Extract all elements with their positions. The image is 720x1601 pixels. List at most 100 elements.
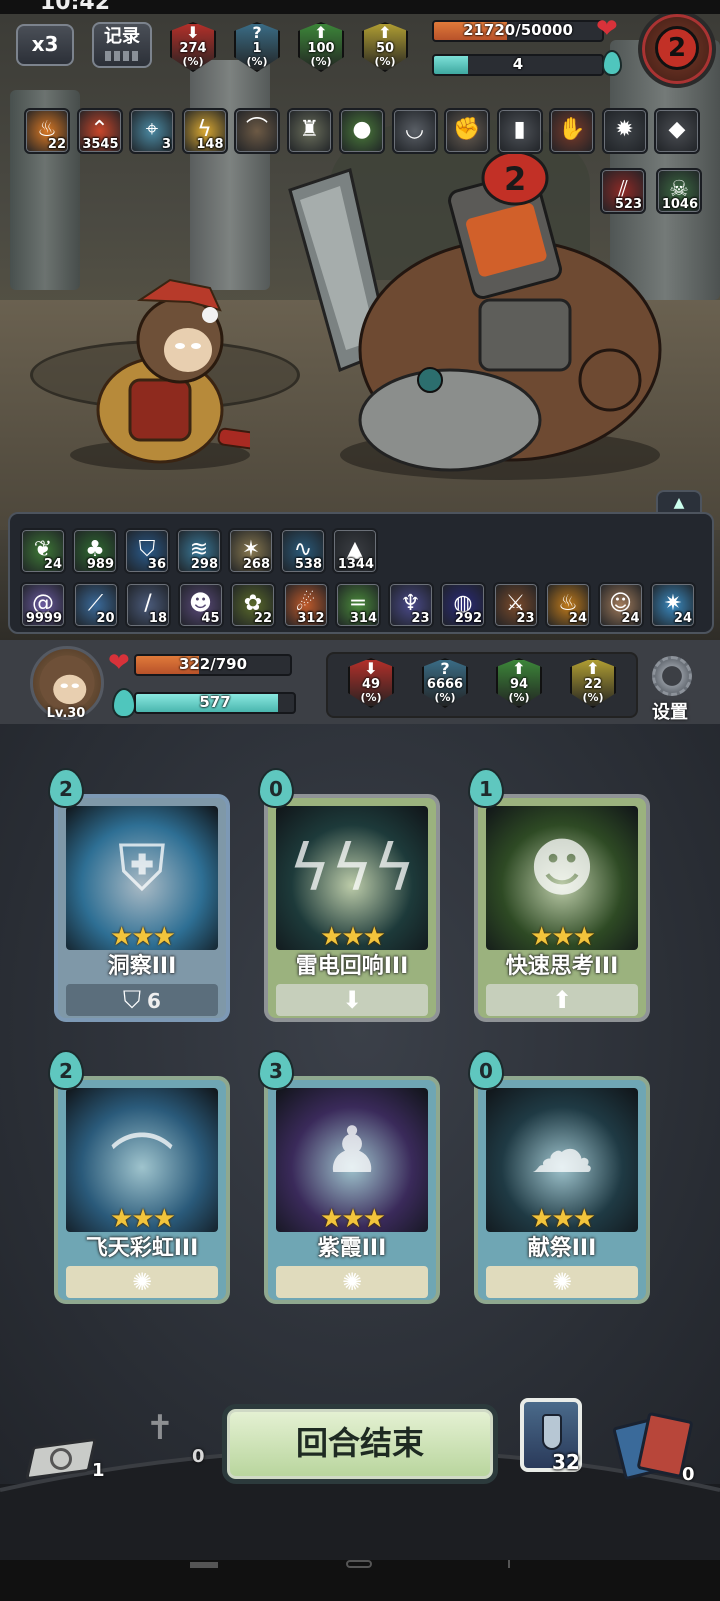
- card-name: 紫霞III: [317, 1236, 387, 1261]
- grave-count: 0: [192, 1446, 205, 1467]
- skill-tile[interactable]: ϟ 148: [181, 108, 228, 154]
- status-badge[interactable]: ⬆ 94 (%): [494, 658, 544, 710]
- gauntlet-icon: ✋: [558, 117, 586, 142]
- whistle-icon: ✺: [551, 1268, 573, 1296]
- skill-tile[interactable]: ☺ 24: [597, 582, 644, 628]
- skill-tile[interactable]: ═ 314: [335, 582, 381, 628]
- settings-label[interactable]: 设置: [652, 698, 708, 724]
- card-name: 雷电回响III: [295, 954, 409, 979]
- card-cost-value: 0: [479, 1059, 493, 1083]
- arrow-up-icon: ⬆: [378, 23, 392, 42]
- player-mana-bar: 577: [134, 692, 296, 714]
- status-badge[interactable]: ⬆ 50 (%): [360, 22, 410, 74]
- skill-tile[interactable]: ⌃ 3545: [76, 108, 123, 154]
- skill-tile[interactable]: ⛉ 36: [124, 528, 170, 574]
- horn-icon: ⌒: [245, 117, 268, 142]
- skill-count: 24: [568, 611, 587, 626]
- skill-tile[interactable]: ☻ 45: [177, 582, 224, 628]
- status-bar: 10:42: [0, 0, 720, 14]
- grave-button[interactable]: ✝: [130, 1408, 190, 1464]
- skill-tile[interactable]: ☠ 1046: [656, 168, 702, 214]
- skill-tile[interactable]: ✊: [444, 108, 490, 154]
- skill-tile[interactable]: ♨ 22: [24, 108, 70, 154]
- speed-button[interactable]: x3: [16, 24, 74, 66]
- skill-tile[interactable]: ✷ 24: [650, 582, 696, 628]
- skill-tile[interactable]: ☄ 312: [282, 582, 329, 628]
- skill-count: 24: [43, 557, 62, 572]
- skill-tile[interactable]: ♆ 23: [387, 582, 434, 628]
- skill-count: 314: [349, 611, 377, 626]
- skill-tile[interactable]: ≋ 298: [176, 528, 222, 574]
- enemy-portrait[interactable]: 2: [638, 10, 716, 88]
- fist-icon: ✊: [453, 117, 481, 142]
- card-stars: ★★★: [530, 922, 596, 952]
- skill-count: 312: [297, 611, 325, 626]
- enemy-portrait-number: 2: [655, 26, 699, 70]
- badge-unit: (%): [582, 691, 604, 704]
- skill-tile[interactable]: ✿ 22: [230, 582, 276, 628]
- skill-tile[interactable]: ⌒: [234, 108, 280, 154]
- record-button[interactable]: 记录: [92, 22, 152, 68]
- card-stars: ★★★: [110, 1204, 176, 1234]
- skill-tile[interactable]: ◡: [391, 108, 438, 154]
- card-cost-value: 0: [269, 777, 283, 801]
- status-badge[interactable]: ⬆ 100 (%): [296, 22, 346, 74]
- gear-icon[interactable]: [652, 656, 692, 696]
- skill-tile[interactable]: @9999: [20, 582, 66, 628]
- skill-tile[interactable]: ❦ 24: [20, 528, 66, 574]
- skill-tile[interactable]: ♨ 24: [545, 582, 591, 628]
- status-badge[interactable]: ⬆ 22 (%): [568, 658, 618, 710]
- stone-pillar: [190, 60, 270, 290]
- skill-card[interactable]: ☁ ★★★ 献祭III ✺: [474, 1076, 650, 1304]
- skill-card[interactable]: ⌒ ★★★ 飞天彩虹III ✺: [54, 1076, 230, 1304]
- skill-card[interactable]: ⛨ ★★★ 洞察III ⛉ 6: [54, 794, 230, 1022]
- badge-unit: (%): [246, 55, 268, 68]
- skill-tile[interactable]: ∿ 538: [280, 528, 326, 574]
- skill-tile[interactable]: ✶ 268: [228, 528, 274, 574]
- skill-tile[interactable]: ▲ 1344: [332, 528, 378, 574]
- skill-tile[interactable]: ⟋ 20: [72, 582, 119, 628]
- thinker-icon: ☻: [528, 832, 596, 906]
- skill-tile[interactable]: ♜: [286, 108, 333, 154]
- skill-tile[interactable]: ◆: [654, 108, 700, 154]
- arrow-up-icon: ⬆: [586, 659, 600, 678]
- shield-icon: ⛉: [123, 986, 142, 1014]
- skill-tile[interactable]: ⚔ 23: [492, 582, 539, 628]
- status-badge[interactable]: ⬇ 274 (%): [168, 22, 218, 74]
- skill-tile[interactable]: ▮: [496, 108, 543, 154]
- end-turn-button[interactable]: 回合结束: [222, 1404, 498, 1484]
- skill-card[interactable]: ♟ ★★★ 紫霞III ✺: [264, 1076, 440, 1304]
- skill-tile[interactable]: ●: [339, 108, 385, 154]
- skill-tile[interactable]: ⌖ 3: [129, 108, 175, 154]
- skill-tile[interactable]: ⫽ 523: [600, 168, 646, 214]
- badge-unit: (%): [360, 691, 382, 704]
- recent-apps-icon[interactable]: [190, 1562, 218, 1568]
- card-stars: ★★★: [320, 922, 386, 952]
- player-level: Lv.30: [46, 706, 86, 721]
- chevron-up-icon: ▲: [673, 495, 685, 511]
- status-badge[interactable]: ? 6666 (%): [420, 658, 470, 710]
- badge-value: 22: [583, 677, 603, 692]
- seed-icon: ●: [352, 117, 372, 142]
- back-icon[interactable]: [508, 1560, 522, 1568]
- skill-tile[interactable]: ◍ 292: [440, 582, 486, 628]
- skill-tile[interactable]: ✹: [601, 108, 648, 154]
- badge-unit: (%): [374, 55, 396, 68]
- badge-value: 1: [252, 41, 262, 56]
- whistle-icon: ✺: [131, 1268, 153, 1296]
- skill-count: 9999: [25, 611, 62, 626]
- status-badge[interactable]: ⬇ 49 (%): [346, 658, 396, 710]
- skill-card[interactable]: ☻ ★★★ 快速思考III ⬆: [474, 794, 650, 1022]
- skill-tile[interactable]: ♣ 989: [72, 528, 118, 574]
- skill-count: 36: [147, 557, 166, 572]
- skill-card[interactable]: ϟϟϟ ★★★ 雷电回响III ⬇: [264, 794, 440, 1022]
- status-badge[interactable]: ? 1 (%): [232, 22, 282, 74]
- skill-tile[interactable]: /18: [125, 582, 171, 628]
- skill-count: 3: [161, 137, 171, 152]
- skill-tile[interactable]: ✋: [549, 108, 595, 154]
- home-icon[interactable]: [346, 1560, 372, 1568]
- player-character-monkey: [96, 278, 250, 464]
- skill-count: 268: [242, 557, 270, 572]
- skill-count: 1046: [661, 197, 698, 212]
- silhouette-icon: ♟: [323, 1114, 381, 1188]
